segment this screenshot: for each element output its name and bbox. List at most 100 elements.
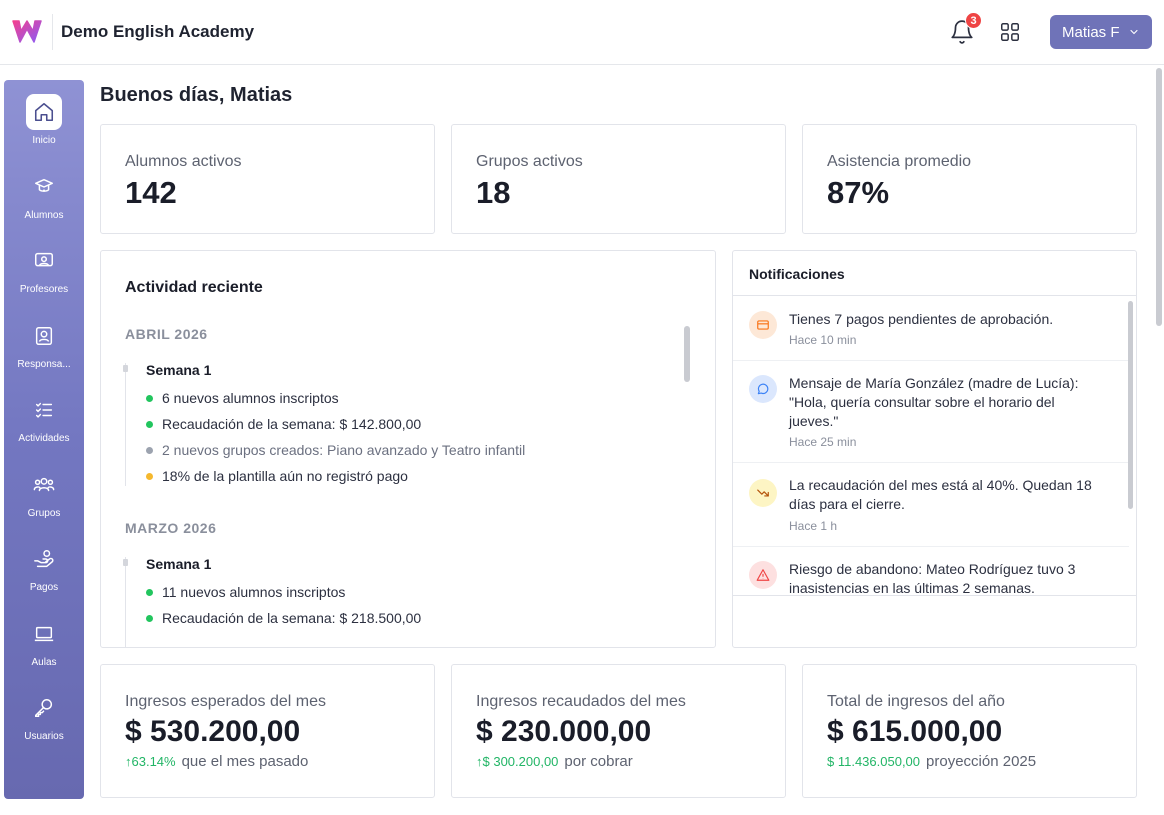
sidebar-item-label: Profesores	[19, 284, 69, 295]
graduation-cap-icon	[26, 169, 62, 205]
week-title: Semana 1	[146, 556, 212, 572]
sidebar-item-usuarios[interactable]: Usuarios	[4, 690, 84, 760]
notification-time: Hace 1 h	[789, 519, 838, 533]
checklist-icon	[26, 392, 62, 428]
activity-item: 18% de la plantilla aún no registró pago	[146, 468, 408, 484]
sidebar-item-label: Aulas	[31, 657, 57, 668]
notification-text: Tienes 7 pagos pendientes de aprobación.	[789, 311, 1054, 327]
finance-card-recaudados: Ingresos recaudados del mes $ 230.000,00…	[451, 664, 786, 798]
stat-value: 142	[125, 175, 177, 210]
finance-label: Total de ingresos del año	[827, 693, 1005, 710]
activity-item: Recaudación de la semana: $ 142.800,00	[146, 416, 421, 432]
sidebar-item-alumnos[interactable]: Alumnos	[4, 169, 84, 239]
home-icon	[26, 94, 62, 130]
laptop-icon	[26, 616, 62, 652]
finance-subtext: ↑63.14% que el mes pasado	[125, 753, 309, 770]
notification-text: La recaudación del mes está al 40%. Qued…	[789, 477, 1092, 512]
status-dot	[146, 447, 153, 454]
timeline-line	[125, 363, 126, 486]
presentation-icon	[26, 243, 62, 279]
sidebar-item-label: Alumnos	[24, 210, 64, 221]
sidebar-item-label: Actividades	[18, 433, 70, 444]
stat-card-grupos: Grupos activos 18	[451, 124, 786, 234]
finance-projection: $ 11.436.050,00	[827, 754, 921, 769]
activity-scrollbar[interactable]	[684, 326, 690, 382]
key-icon	[26, 690, 62, 726]
sidebar-item-label: Grupos	[27, 508, 61, 519]
finance-change: ↑$ 300.200,00	[476, 754, 559, 769]
finance-label: Ingresos esperados del mes	[125, 693, 326, 710]
notifications-list[interactable]: Tienes 7 pagos pendientes de aprobación.…	[733, 297, 1136, 596]
activity-item: 6 nuevos alumnos inscriptos	[146, 390, 339, 406]
notification-text: Mensaje de María González (madre de Lucí…	[789, 375, 1079, 429]
month-heading: MARZO 2026	[125, 520, 217, 536]
top-bar: Demo English Academy 3 Matias F	[0, 0, 1164, 65]
recent-activity-panel[interactable]: Actividad reciente ABRIL 2026 Semana 1 6…	[100, 250, 716, 648]
hand-coins-icon	[26, 541, 62, 577]
logo-icon[interactable]	[12, 18, 42, 44]
finance-value: $ 230.000,00	[476, 715, 652, 748]
sidebar-item-inicio[interactable]: Inicio	[4, 94, 84, 164]
user-menu-label: Matias F	[1062, 23, 1120, 41]
trending-down-icon	[749, 479, 777, 507]
timeline-line	[125, 557, 126, 647]
notification-time: Hace 10 min	[789, 333, 857, 347]
status-dot	[146, 421, 153, 428]
timeline-dot	[123, 365, 128, 372]
sidebar-item-actividades[interactable]: Actividades	[4, 392, 84, 462]
sidebar-item-label: Responsa...	[17, 359, 71, 370]
finance-card-total-anual: Total de ingresos del año $ 615.000,00 $…	[802, 664, 1137, 798]
activity-item: 11 nuevos alumnos inscriptos	[146, 584, 345, 600]
activity-title: Actividad reciente	[125, 279, 263, 296]
sidebar-item-label: Inicio	[32, 135, 56, 146]
week-title: Semana 1	[146, 362, 212, 378]
finance-value: $ 615.000,00	[827, 715, 1003, 748]
users-icon	[26, 467, 62, 503]
status-dot	[146, 589, 153, 596]
notifications-title: Notificaciones	[749, 266, 845, 282]
status-dot	[146, 395, 153, 402]
contact-card-icon	[26, 318, 62, 354]
month-heading: ABRIL 2026	[125, 326, 208, 342]
sidebar-item-label: Usuarios	[24, 731, 64, 742]
finance-subtext: $ 11.436.050,00 proyección 2025	[827, 753, 1037, 770]
notification-item[interactable]: La recaudación del mes está al 40%. Qued…	[733, 463, 1129, 547]
sidebar: Inicio Alumnos Profesores Responsa... Ac…	[4, 80, 84, 799]
stat-label: Grupos activos	[476, 153, 583, 170]
notification-item[interactable]: Tienes 7 pagos pendientes de aprobación.…	[733, 297, 1129, 361]
sidebar-item-profesores[interactable]: Profesores	[4, 243, 84, 313]
notifications-header: Notificaciones	[733, 251, 1136, 296]
finance-label: Ingresos recaudados del mes	[476, 693, 686, 710]
notification-text: Riesgo de abandono: Mateo Rodríguez tuvo…	[789, 561, 1076, 596]
stat-label: Asistencia promedio	[827, 153, 972, 170]
sidebar-item-aulas[interactable]: Aulas	[4, 616, 84, 686]
notification-count-badge: 3	[965, 12, 982, 29]
page-scrollbar[interactable]	[1156, 68, 1162, 326]
page-title: Buenos días, Matias	[100, 84, 293, 106]
finance-card-esperados: Ingresos esperados del mes $ 530.200,00 …	[100, 664, 435, 798]
sidebar-item-grupos[interactable]: Grupos	[4, 467, 84, 537]
stat-card-alumnos: Alumnos activos 142	[100, 124, 435, 234]
notification-item[interactable]: Mensaje de María González (madre de Lucí…	[733, 361, 1129, 463]
message-icon	[749, 375, 777, 403]
warning-icon	[749, 561, 777, 589]
notifications-scrollbar[interactable]	[1128, 301, 1133, 509]
credit-card-icon	[749, 311, 777, 339]
finance-subtext: ↑$ 300.200,00 por cobrar	[476, 753, 633, 770]
sidebar-item-pagos[interactable]: Pagos	[4, 541, 84, 611]
activity-item: 2 nuevos grupos creados: Piano avanzado …	[146, 442, 525, 458]
stat-card-asistencia: Asistencia promedio 87%	[802, 124, 1137, 234]
stat-label: Alumnos activos	[125, 153, 242, 170]
status-dot	[146, 473, 153, 480]
activity-item: Recaudación de la semana: $ 218.500,00	[146, 610, 421, 626]
sidebar-item-label: Pagos	[29, 582, 59, 593]
user-menu-button[interactable]: Matias F	[1050, 15, 1152, 49]
stat-value: 87%	[827, 175, 890, 210]
notifications-panel: Notificaciones Tienes 7 pagos pendientes…	[732, 250, 1137, 648]
notification-time: Hace 25 min	[789, 435, 857, 449]
sidebar-item-responsables[interactable]: Responsa...	[4, 318, 84, 388]
notification-item[interactable]: Riesgo de abandono: Mateo Rodríguez tuvo…	[733, 547, 1129, 596]
apps-grid-icon[interactable]	[999, 21, 1021, 43]
finance-value: $ 530.200,00	[125, 715, 301, 748]
status-dot	[146, 615, 153, 622]
